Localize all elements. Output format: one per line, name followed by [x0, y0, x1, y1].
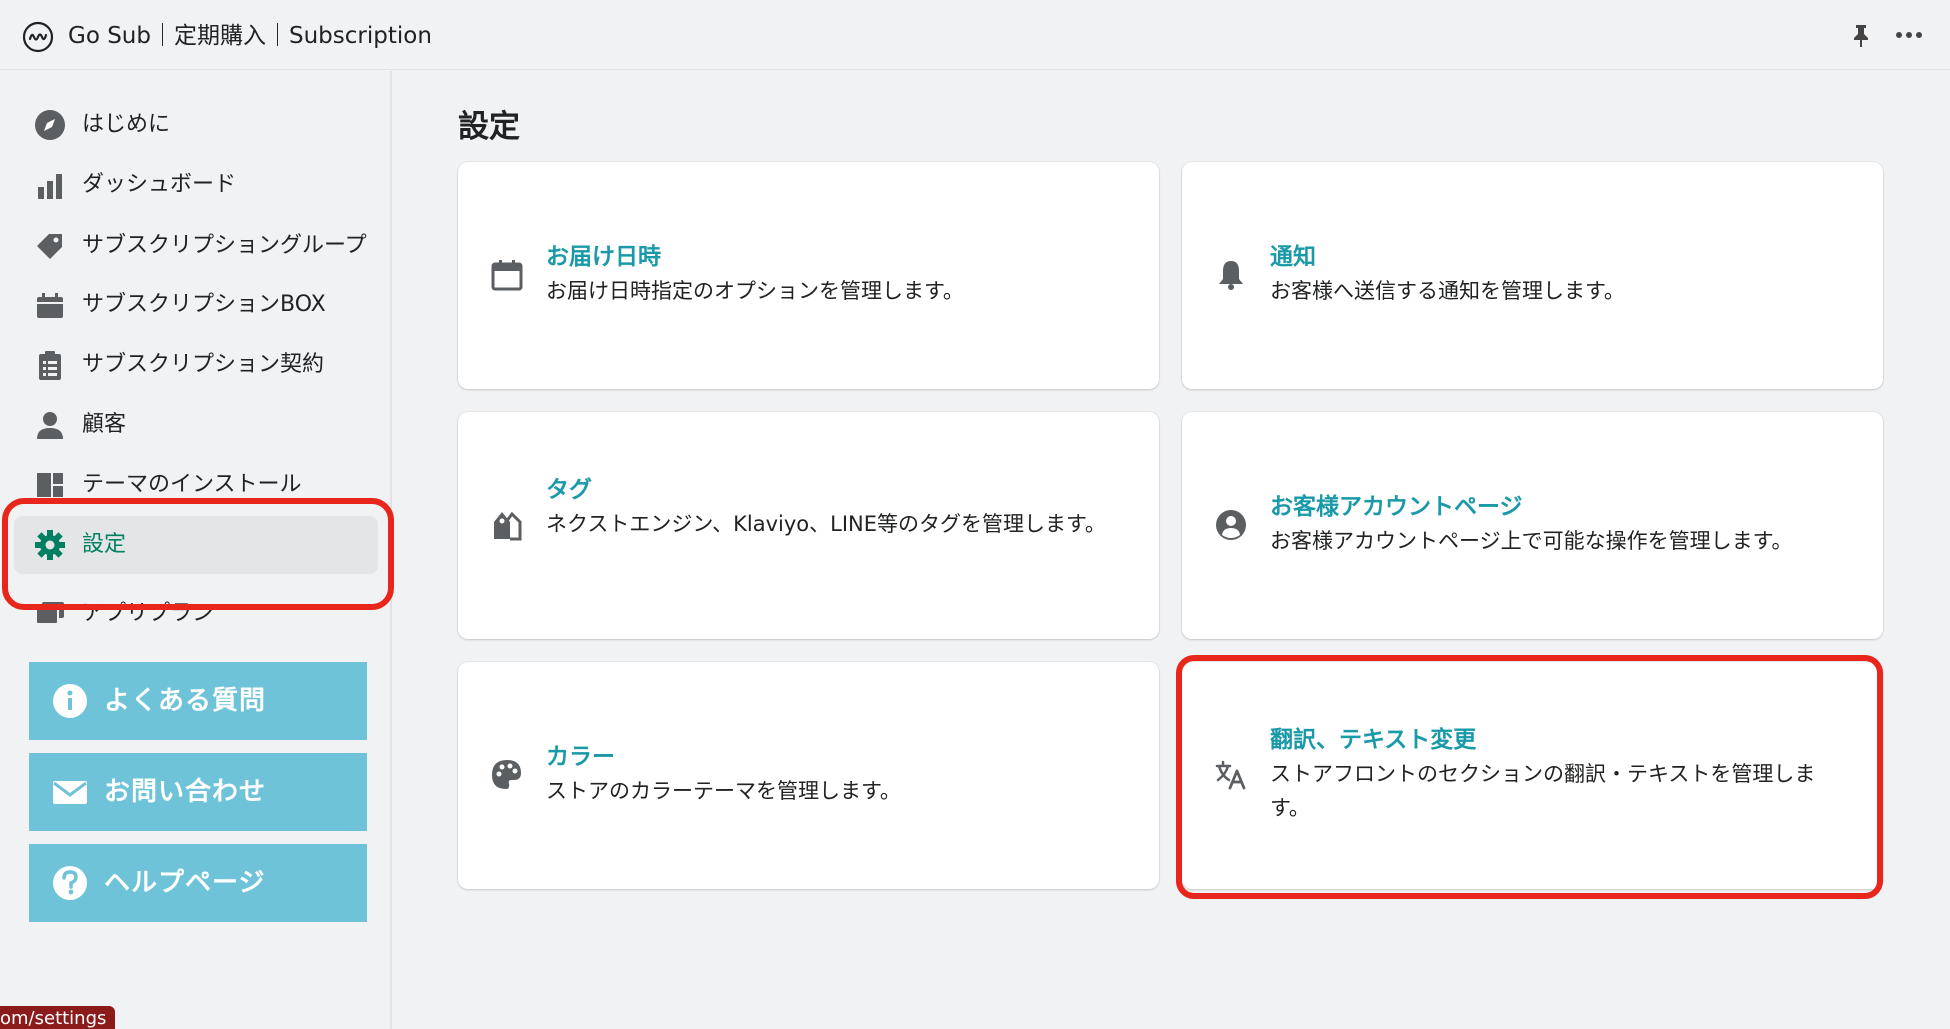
status-url-tooltip: om/settings [0, 1006, 115, 1029]
theme-layout-icon [37, 473, 63, 497]
card-title: タグ [546, 477, 592, 503]
card-delivery-datetime[interactable]: お届け日時 お届け日時指定のオプションを管理します。 [458, 162, 1159, 389]
help-page-button[interactable]: ヘルプページ [29, 844, 367, 922]
card-description: ネクストエンジン、Klaviyo、LINE等のタグを管理します。 [546, 512, 1106, 536]
more-options-icon[interactable] [1892, 22, 1926, 48]
card-title: お届け日時 [546, 244, 661, 270]
sidebar-item-label: サブスクリプションBOX [82, 292, 326, 317]
compass-icon [35, 110, 65, 140]
card-customer-account-page[interactable]: お客様アカウントページ お客様アカウントページ上で可能な操作を管理します。 [1182, 412, 1883, 639]
card-title: カラー [546, 744, 615, 770]
card-title: お客様アカウントページ [1270, 494, 1523, 520]
app-topbar: Go Sub｜定期購入｜Subscription [0, 0, 1950, 70]
card-description: ストアフロントのセクションの翻訳・テキストを管理します。 [1270, 762, 1816, 820]
bar-chart-icon [38, 174, 62, 199]
gear-icon [35, 530, 65, 560]
tags-icon [494, 511, 522, 541]
sidebar-item-label: テーマのインストール [82, 472, 302, 497]
sidebar-item-label: 顧客 [82, 412, 127, 437]
sidebar-item-label: アプリプラン [82, 601, 215, 626]
card-description: お届け日時指定のオプションを管理します。 [546, 279, 964, 303]
account-circle-icon [1216, 510, 1246, 540]
app-title: Go Sub｜定期購入｜Subscription [68, 23, 432, 49]
sidebar-item-app-plan[interactable]: アプリプラン [14, 575, 378, 627]
card-translation-text[interactable]: 翻訳、テキスト変更 ストアフロントのセクションの翻訳・テキストを管理します。 [1182, 662, 1883, 889]
sidebar-item-settings[interactable]: 設定 [14, 516, 378, 574]
palette-icon [492, 760, 521, 789]
page-title: 設定 [458, 109, 520, 145]
sidebar-item-subscription-groups[interactable]: サブスクリプショングループ [14, 210, 378, 282]
tag-icon [37, 234, 62, 259]
card-colors[interactable]: カラー ストアのカラーテーマを管理します。 [458, 662, 1159, 889]
sidebar-item-label: 設定 [82, 532, 127, 557]
contact-button-label: お問い合わせ [104, 777, 267, 807]
sidebar-item-label: ダッシュボード [82, 172, 237, 197]
card-notifications[interactable]: 通知 お客様へ送信する通知を管理します。 [1182, 162, 1883, 389]
card-title: 通知 [1270, 244, 1316, 270]
clipboard-icon [39, 351, 61, 380]
envelope-icon [53, 781, 87, 804]
sidebar-item-subscription-box[interactable]: サブスクリプションBOX [14, 276, 378, 334]
contact-button[interactable]: お問い合わせ [29, 753, 367, 831]
question-icon [53, 866, 87, 900]
sidebar-item-label: はじめに [82, 112, 171, 137]
sidebar-item-label: サブスクリプショングループ [82, 233, 367, 258]
card-description: お客様へ送信する通知を管理します。 [1270, 279, 1625, 303]
app-logo-icon [22, 21, 54, 53]
bell-icon [1219, 261, 1243, 290]
sidebar-item-customers[interactable]: 顧客 [14, 396, 378, 454]
sidebar-item-subscription-contracts[interactable]: サブスクリプション契約 [14, 336, 378, 394]
help-page-button-label: ヘルプページ [104, 868, 266, 898]
gift-box-icon [37, 293, 63, 318]
calendar-icon [491, 260, 523, 291]
faq-button[interactable]: よくある質問 [29, 662, 367, 740]
translate-icon [1215, 760, 1246, 790]
sidebar-item-dashboard[interactable]: ダッシュボード [14, 156, 378, 214]
info-icon [53, 684, 87, 718]
sidebar-item-label: サブスクリプション契約 [82, 352, 325, 377]
pin-icon[interactable] [1848, 22, 1874, 48]
card-tags[interactable]: タグ ネクストエンジン、Klaviyo、LINE等のタグを管理します。 [458, 412, 1159, 639]
sidebar-item-theme-install[interactable]: テーマのインストール [14, 456, 378, 514]
card-description: お客様アカウントページ上で可能な操作を管理します。 [1270, 529, 1793, 553]
card-stack-icon [35, 602, 64, 625]
card-description: ストアのカラーテーマを管理します。 [546, 779, 901, 803]
sidebar: はじめに ダッシュボード サブスクリプショングループ サブスクリプションBOX [0, 71, 392, 1029]
faq-button-label: よくある質問 [104, 686, 267, 716]
person-icon [37, 412, 63, 439]
card-title: 翻訳、テキスト変更 [1270, 727, 1477, 753]
sidebar-item-getting-started[interactable]: はじめに [14, 96, 378, 154]
